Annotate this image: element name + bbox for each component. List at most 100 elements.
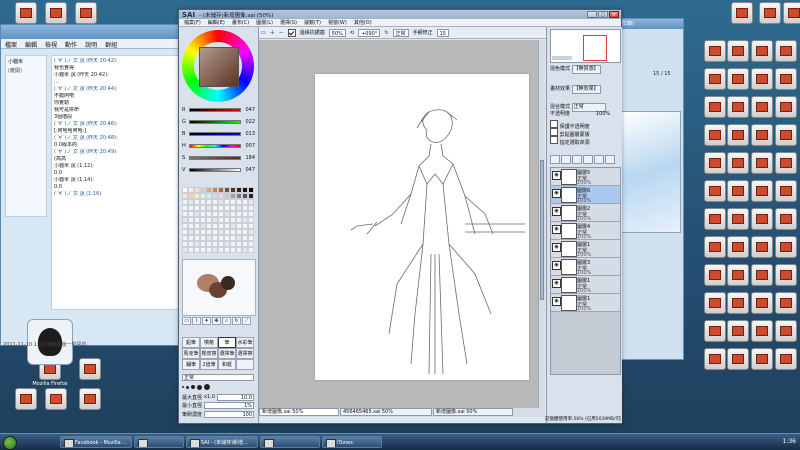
close-button[interactable]: ×	[609, 11, 619, 18]
select-all-icon[interactable]: ▭	[261, 30, 266, 36]
texture-button[interactable]: 【無效果】	[571, 85, 601, 94]
merge-icon[interactable]	[572, 155, 582, 164]
visibility-eye-icon[interactable]: ◉	[552, 225, 561, 234]
document-tab[interactable]: 新增圖像.sai 50%	[433, 408, 513, 416]
color-swatches[interactable]	[182, 187, 254, 255]
menu-layer[interactable]: 圖層(L)	[256, 19, 273, 26]
minimize-button[interactable]: _	[587, 11, 597, 18]
angle-field[interactable]: +090°	[358, 28, 381, 37]
tool-button[interactable]: 馬克筆	[182, 348, 200, 359]
canvas-scrollbar[interactable]	[538, 40, 545, 408]
layer-row[interactable]: ◉ 圖層4 正常 100%	[551, 222, 620, 240]
menu-group[interactable]: 群組	[105, 40, 117, 49]
rect-select-icon[interactable]: ▭	[182, 317, 191, 325]
layer-row[interactable]: ◉ 圖層6 正常 100%	[551, 186, 620, 204]
visibility-eye-icon[interactable]: ◉	[552, 297, 561, 306]
option-protect[interactable]: 保護不透明度	[550, 120, 620, 130]
visibility-eye-icon[interactable]: ◉	[552, 207, 561, 216]
tool-button[interactable]: 和紙	[218, 359, 236, 370]
new-folder-icon[interactable]	[561, 155, 571, 164]
visibility-eye-icon[interactable]: ◉	[552, 171, 561, 180]
option-checkbox[interactable]	[550, 128, 558, 136]
tool-button[interactable]: 2值筆	[200, 359, 218, 370]
color-wheel[interactable]	[182, 30, 254, 102]
brush-mode-select[interactable]: 正常	[182, 373, 254, 381]
desktop-icon[interactable]	[766, 208, 800, 231]
menu-other[interactable]: 其他(O)	[354, 19, 372, 26]
tool-button[interactable]: 鉛筆	[182, 337, 200, 348]
desktop-icon[interactable]	[774, 2, 800, 25]
color-slider-g[interactable]: G 022	[182, 119, 255, 125]
saturation-value-square[interactable]	[199, 47, 239, 87]
start-button[interactable]	[3, 436, 17, 450]
desktop-icon[interactable]	[766, 180, 800, 203]
desktop-icon[interactable]	[766, 96, 800, 119]
navigator[interactable]	[550, 29, 621, 63]
scratch-pad[interactable]	[182, 259, 256, 316]
desktop-icon[interactable]	[766, 68, 800, 91]
option-source[interactable]: 指定選取來源	[550, 136, 620, 146]
layer-list[interactable]: ◉ 圖層5 正常 100% ◉ 圖層6 正常 100% ◉ 圖層2 正常 100% ◉ 圖層4 正常 100%…	[550, 167, 621, 375]
visibility-eye-icon[interactable]: ◉	[552, 261, 561, 270]
desktop-icon[interactable]	[70, 358, 110, 381]
layer-row[interactable]: ◉ 圖層3 正常 100%	[551, 258, 620, 276]
maximize-button[interactable]: □	[598, 11, 608, 18]
desktop-icon[interactable]	[766, 236, 800, 259]
taskbar-button[interactable]	[260, 436, 320, 448]
lasso-icon[interactable]: ⌇	[192, 317, 201, 325]
desktop-icon[interactable]	[766, 292, 800, 315]
document-tab[interactable]: 新增圖像.sai 50%	[259, 408, 339, 416]
blend-button[interactable]: 【無質感】	[571, 65, 601, 74]
canvas-area[interactable]	[259, 40, 545, 408]
message-history[interactable]: (´∀`)ノ 文 說 (昨天 20:42): 我也覺得 小貓米 說 (昨天 20:…	[51, 55, 185, 310]
delete-layer-icon[interactable]	[605, 155, 615, 164]
tool-button[interactable]: 鋪筆	[182, 359, 200, 370]
slider-track[interactable]	[189, 132, 241, 136]
stabilizer-field[interactable]: 15	[436, 28, 449, 37]
antialias-checkbox[interactable]	[287, 28, 296, 37]
option-checkbox[interactable]	[550, 120, 558, 128]
taskbar-button[interactable]: SAI - (未儲存)新增...	[186, 436, 258, 448]
max-size-field[interactable]: 10.0	[216, 393, 254, 401]
copy-layer-icon[interactable]	[583, 155, 593, 164]
tool-button[interactable]: 筆	[218, 337, 236, 348]
move-icon[interactable]: ✥	[212, 317, 221, 325]
slider-track[interactable]	[189, 108, 241, 112]
navigator-viewport[interactable]	[583, 35, 607, 61]
color-swatch[interactable]	[248, 247, 254, 253]
menu-filter[interactable]: 濾鏡(T)	[304, 19, 321, 26]
menu-file[interactable]: 檔案	[5, 40, 17, 49]
tool-button[interactable]	[236, 359, 254, 370]
min-size-field[interactable]: 1%	[204, 401, 254, 409]
max-size-mult[interactable]: x1.0	[204, 394, 215, 400]
document-tab[interactable]: 456465465.sai 50%	[340, 408, 432, 416]
tool-button[interactable]: 選擇擦	[236, 348, 254, 359]
layer-row[interactable]: ◉ 圖層1 正常 100%	[551, 240, 620, 258]
density-field[interactable]: 100	[204, 410, 254, 418]
menu-window[interactable]: 視窗(W)	[328, 19, 347, 26]
zoom-field[interactable]: 50%	[328, 28, 346, 37]
slider-track[interactable]	[189, 168, 241, 172]
zoom-icon[interactable]: ⌕	[222, 317, 231, 325]
desktop-icon[interactable]	[70, 388, 110, 411]
color-slider-h[interactable]: H 007	[182, 143, 255, 149]
visibility-eye-icon[interactable]: ◉	[552, 279, 561, 288]
taskbar-button[interactable]: Facebook - Mozilla ...	[60, 436, 132, 448]
menu-help[interactable]: 說明	[85, 40, 97, 49]
navigator-zoom-slider[interactable]	[552, 56, 572, 60]
tool-button[interactable]: 水彩筆	[236, 337, 254, 348]
zoom-in-icon[interactable]: ＋	[270, 29, 275, 36]
zoom-reset-icon[interactable]: ⟲	[350, 30, 354, 36]
opacity-value[interactable]: 100%	[596, 111, 610, 118]
option-clip[interactable]: 剪貼圖層蒙版	[550, 128, 620, 138]
brush-shape-presets[interactable]	[182, 383, 254, 391]
rotate-icon[interactable]: ↻	[384, 30, 388, 36]
desktop-icon[interactable]	[766, 40, 800, 63]
zoom-out-icon[interactable]: －	[279, 29, 284, 36]
clear-layer-icon[interactable]	[594, 155, 604, 164]
desktop-icon[interactable]	[766, 152, 800, 175]
taskbar-button[interactable]	[134, 436, 184, 448]
menu-select[interactable]: 選擇(S)	[280, 19, 297, 26]
slider-track[interactable]	[189, 156, 241, 160]
chat-title-bar[interactable]	[1, 25, 191, 39]
